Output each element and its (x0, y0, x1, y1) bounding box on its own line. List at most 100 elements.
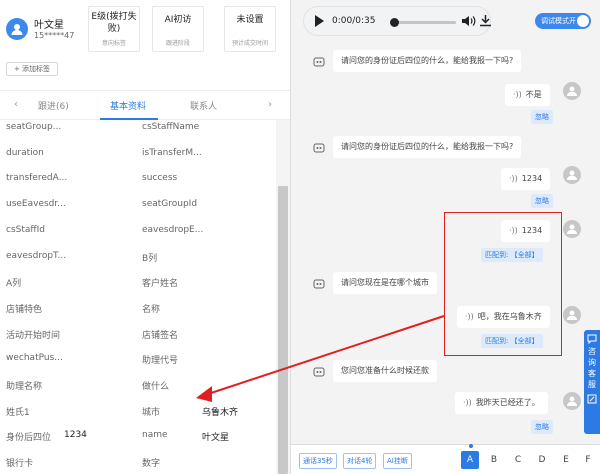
voice-icon[interactable]: ·)) (509, 174, 518, 183)
field-value: 1234 (64, 430, 87, 441)
field-row: transferedA... success (0, 173, 276, 193)
field-row: useEavesdr... seatGroupId (0, 199, 276, 219)
user-avatar (563, 220, 581, 238)
user-icon (567, 396, 577, 406)
play-icon[interactable] (314, 15, 324, 27)
download-icon[interactable] (480, 15, 491, 27)
grade-f-button[interactable]: F (579, 451, 597, 469)
field-label: eavesdropE... (142, 224, 204, 235)
grade-a-button[interactable]: A (461, 451, 479, 469)
intent-tag-value: E级(拨打失败) (91, 12, 137, 34)
field-label: 姓氏1 (6, 407, 30, 418)
field-label: seatGroupId (142, 199, 198, 210)
field-label: wechatPus... (6, 353, 63, 364)
field-label: 名称 (142, 304, 161, 315)
follow-stage-card[interactable]: AI初访 跟进阶段 (152, 6, 204, 52)
voice-icon[interactable]: ·)) (513, 90, 522, 99)
grade-e-button[interactable]: E (557, 451, 575, 469)
audio-time: 0:00/0:35 (332, 16, 376, 26)
debug-mode-label: 调试模式开 (541, 17, 576, 25)
field-label: B列 (142, 253, 158, 264)
field-label: 店铺特色 (6, 304, 43, 315)
field-label: 数字 (142, 459, 161, 470)
follow-stage-label: 跟进阶段 (165, 40, 190, 47)
field-row: seatGroup... csStaffName (0, 122, 276, 142)
user-avatar (563, 82, 581, 100)
field-label: csStaffName (142, 122, 200, 132)
field-label: 助理名称 (6, 382, 43, 392)
field-row: duration isTransferM... (0, 148, 276, 168)
field-row: 活动开始时间 店铺签名 (0, 328, 276, 348)
field-row: 助理名称 做什么 (0, 379, 276, 399)
audio-progress-knob[interactable] (390, 18, 399, 27)
volume-icon[interactable] (462, 15, 476, 27)
ignore-tag[interactable]: 忽略 (531, 420, 553, 434)
tab-bar: ‹ 跟进(6) 基本资料 联系人 › (0, 90, 290, 120)
grade-c-button[interactable]: C (509, 451, 527, 469)
user-message: ·)) 1234 (501, 168, 551, 190)
tab-follow[interactable]: 跟进(6) (38, 99, 69, 112)
field-value: 乌鲁木齐 (202, 407, 239, 418)
field-row: wechatPus... 助理代号 (0, 353, 276, 373)
customer-panel: 叶文星 15*****47 E级(拨打失败) 意向标签 AI初访 跟进阶段 未设… (0, 0, 290, 474)
voice-icon[interactable]: ·)) (463, 398, 472, 407)
bot-message: 请问您现在是在哪个城市 (333, 272, 437, 294)
field-label: duration (6, 147, 44, 158)
intent-tag-card[interactable]: E级(拨打失败) 意向标签 (88, 6, 140, 52)
service-char: 服 (588, 380, 596, 389)
ai-hangup-badge[interactable]: AI挂断 (383, 453, 412, 469)
grade-b-button[interactable]: B (485, 451, 503, 469)
deal-time-label: 预计成交时间 (231, 40, 268, 47)
field-label: 客户姓名 (142, 279, 179, 290)
bot-message: 请问您的身份证后四位的什么，能给我报一下吗? (333, 50, 522, 72)
call-duration-badge[interactable]: 通话35秒 (299, 453, 337, 469)
field-label: eavesdropT... (6, 250, 67, 261)
field-label: seatGroup... (6, 122, 62, 132)
edit-icon (587, 394, 597, 404)
customer-name: 叶文星 (34, 20, 64, 31)
user-icon (567, 310, 577, 320)
user-message: ·)) 我昨天已经还了。 (455, 392, 548, 414)
user-message: ·)) 不是 (505, 84, 550, 106)
intent-tag-label: 意向标签 (101, 40, 126, 47)
customer-phone: 15*****47 (34, 31, 75, 40)
customer-service-float[interactable]: 咨 询 客 服 (584, 330, 600, 434)
ignore-tag[interactable]: 忽略 (531, 194, 553, 208)
annotation-highlight-box (444, 212, 562, 356)
call-summary-bar: 通话35秒 对话4轮 AI挂断 A B C D E F (291, 444, 600, 474)
service-char: 咨 (588, 347, 596, 356)
bot-icon (313, 143, 325, 153)
field-label: name (142, 430, 168, 441)
add-tag-button[interactable]: + 添加标签 (6, 62, 58, 76)
deal-time-card[interactable]: 未设置 预计成交时间 (224, 6, 276, 52)
user-message-text: 我昨天已经还了。 (475, 398, 540, 407)
field-row: 银行卡 数字 (0, 456, 276, 474)
bot-message: 请问您的身份证后四位的什么，能给我报一下吗? (333, 136, 522, 158)
tab-contacts[interactable]: 联系人 (190, 99, 217, 112)
field-label: 助理代号 (142, 356, 179, 367)
tab-prev-icon[interactable]: ‹ (14, 99, 18, 110)
field-row: 姓氏1 城市 乌鲁木齐 (0, 405, 276, 425)
audio-progress-track[interactable] (394, 21, 456, 24)
user-icon (11, 24, 23, 35)
debug-mode-toggle[interactable]: 调试模式开 (535, 13, 591, 29)
dialog-rounds-badge[interactable]: 对话4轮 (343, 453, 377, 469)
field-label: success (142, 173, 178, 184)
tab-basic-info[interactable]: 基本资料 (110, 99, 146, 112)
user-message-text: 不是 (525, 90, 542, 99)
user-icon (567, 224, 577, 234)
scrollbar-thumb[interactable] (278, 186, 288, 474)
deal-time-value: 未设置 (236, 15, 264, 25)
bot-icon (313, 57, 325, 67)
app-window: 叶文星 15*****47 E级(拨打失败) 意向标签 AI初访 跟进阶段 未设… (0, 0, 600, 474)
field-label: 身份后四位 (6, 433, 52, 444)
tab-next-icon[interactable]: › (268, 99, 272, 110)
field-label: 银行卡 (6, 459, 34, 470)
grade-d-button[interactable]: D (533, 451, 551, 469)
ignore-tag[interactable]: 忽略 (531, 110, 553, 124)
user-avatar (563, 392, 581, 410)
field-label: csStaffId (6, 224, 45, 235)
basic-info-fields: seatGroup... csStaffName duration isTransfe… (0, 120, 276, 474)
user-icon (567, 86, 577, 96)
user-avatar (563, 306, 581, 324)
